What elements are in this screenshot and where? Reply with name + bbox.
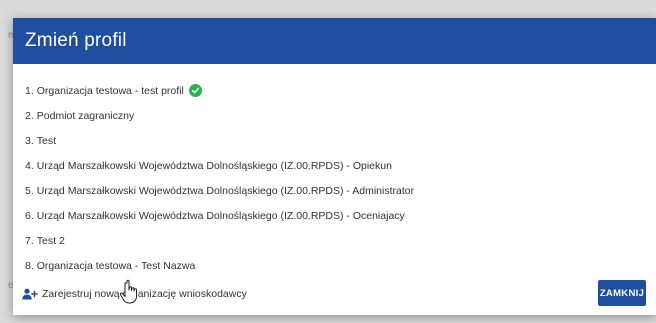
profile-label: Organizacja testowa - Test Nazwa [36, 259, 196, 272]
profile-item[interactable]: 6. Urząd Marszałkowski Województwa Dolno… [25, 203, 645, 228]
close-button[interactable]: ZAMKNIJ [598, 280, 646, 306]
profile-index: 5. [25, 184, 34, 197]
profile-item[interactable]: 7. Test 2 [25, 228, 645, 253]
profile-index: 2. [25, 109, 34, 122]
profile-label: Urząd Marszałkowski Województwa Dolnoślą… [36, 209, 405, 222]
profile-list: 1. Organizacja testowa - test profil 2. … [25, 78, 645, 278]
profile-item[interactable]: 4. Urząd Marszałkowski Województwa Dolno… [25, 153, 645, 178]
profile-index: 7. [25, 234, 34, 247]
profile-label: Podmiot zagraniczny [36, 109, 135, 122]
profile-index: 4. [25, 159, 34, 172]
profile-item[interactable]: 3. Test [25, 128, 645, 153]
profile-item[interactable]: 5. Urząd Marszałkowski Województwa Dolno… [25, 178, 645, 203]
check-circle-icon [188, 84, 202, 97]
register-organization-label: Zarejestruj nową organizację wnioskodawc… [42, 288, 247, 300]
dialog-footer: Zarejestruj nową organizację wnioskodawc… [13, 271, 656, 315]
profile-index: 8. [25, 259, 34, 272]
profile-index: 1. [25, 84, 34, 97]
change-profile-dialog: Zmień profil 1. Organizacja testowa - te… [13, 18, 656, 315]
profile-label: Urząd Marszałkowski Województwa Dolnoślą… [36, 184, 415, 197]
dialog-title: Zmień profil [25, 30, 127, 51]
profile-item[interactable]: 2. Podmiot zagraniczny [25, 103, 645, 128]
profile-label: Test 2 [36, 234, 65, 247]
dialog-header: Zmień profil [13, 18, 656, 64]
profile-label: Organizacja testowa - test profil [36, 84, 184, 97]
register-organization-link[interactable]: Zarejestruj nową organizację wnioskodawc… [22, 288, 247, 300]
profile-item[interactable]: 1. Organizacja testowa - test profil [25, 78, 645, 103]
profile-label: Test [36, 134, 57, 147]
profile-index: 6. [25, 209, 34, 222]
profile-index: 3. [25, 134, 34, 147]
profile-label: Urząd Marszałkowski Województwa Dolnoślą… [36, 159, 392, 172]
user-plus-icon [22, 288, 38, 300]
